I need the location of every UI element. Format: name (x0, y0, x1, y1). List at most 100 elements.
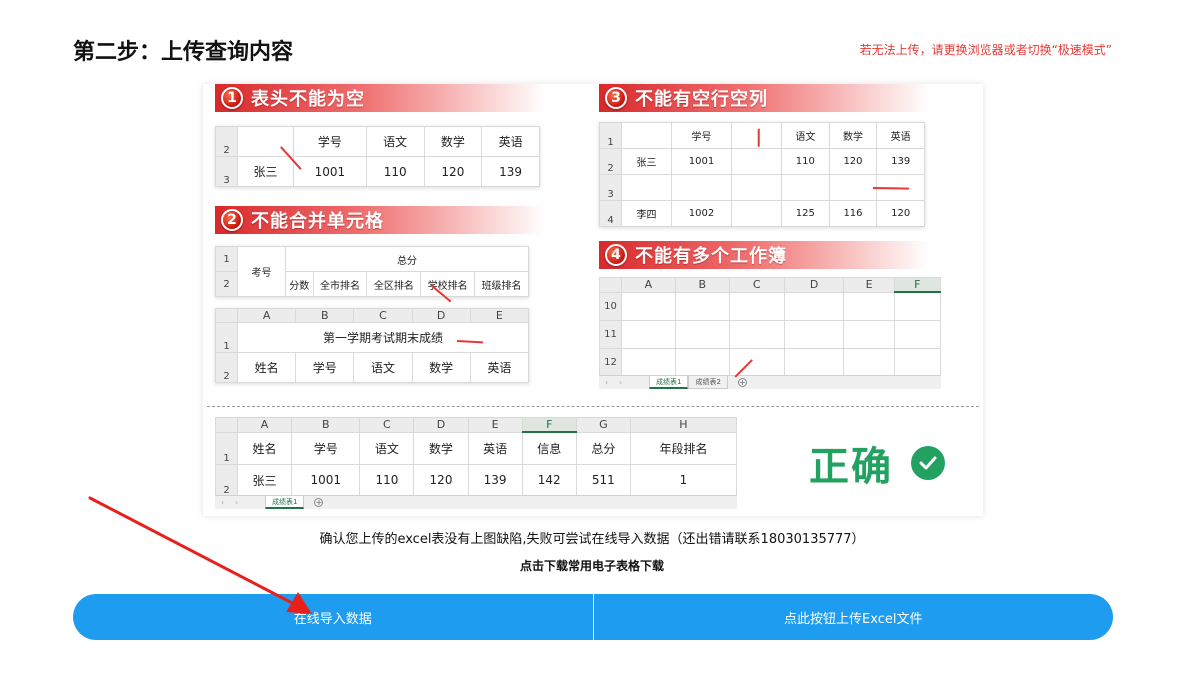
rule-number: 1 (221, 87, 243, 109)
table-cell: 120 (876, 200, 925, 227)
browser-notice: 若无法上传，请更换浏览器或者切换“极速模式” (859, 43, 1112, 57)
rule-text: 不能有空行空列 (635, 89, 768, 110)
table-cell: 139 (481, 156, 540, 187)
column-header: D (783, 277, 845, 293)
column-header: A (236, 308, 297, 323)
table-cell (893, 347, 942, 377)
table-cell (731, 174, 783, 201)
table-cell: 139 (876, 148, 925, 175)
column-header: C (359, 417, 415, 433)
rule-banner-3: 3 不能有空行空列 (599, 84, 929, 112)
table-cell: 110 (781, 148, 830, 175)
table-cell (843, 291, 895, 321)
table-cell (828, 174, 878, 201)
table-cell: 数学 (411, 352, 471, 383)
row-header: 3 (215, 156, 238, 187)
column-header: D (413, 417, 469, 433)
table-cell: 142 (521, 463, 577, 497)
sheet-nav-icon: ‹ › (605, 378, 626, 387)
confirm-message: 确认您上传的excel表没有上图缺陷,失败可尝试在线导入数据（还出错请联系180… (319, 532, 865, 547)
sheet-corner (599, 277, 622, 293)
rule-number: 2 (221, 209, 243, 231)
table-cell: 英语 (876, 122, 925, 149)
table-cell: 学号 (295, 352, 355, 383)
table-cell: 1001 (670, 148, 733, 175)
table-cell: 李四 (621, 200, 672, 227)
table-cell (843, 347, 895, 377)
table-cell: 语文 (359, 431, 415, 465)
table-cell: 1001 (291, 463, 361, 497)
rule-number: 3 (605, 87, 627, 109)
example-table-merged-cells-2: A B C D E 1 第一学期考试期末成绩 2 姓名 学号 语文 数学 英语 (215, 308, 530, 383)
table-cell (670, 174, 733, 201)
table-cell: 学号 (291, 431, 361, 465)
table-cell (781, 174, 830, 201)
table-cell: 数学 (828, 122, 878, 149)
example-sheet-multiple-workbooks: A B C D E F 10 11 12 (599, 277, 942, 377)
sheet-nav-icon: ‹ › (221, 498, 242, 507)
table-cell: 信息 (521, 431, 577, 465)
row-header: 1 (215, 431, 238, 465)
table-cell: 数学 (423, 126, 483, 157)
rule-banner-2: 2 不能合并单元格 (215, 206, 545, 234)
table-cell (674, 319, 730, 349)
table-cell: 语文 (365, 126, 425, 157)
table-cell: 120 (828, 148, 878, 175)
column-header: E (843, 277, 895, 293)
row-header: 1 (599, 122, 622, 149)
merged-cell: 考号 (237, 246, 286, 297)
column-header: F (521, 417, 577, 433)
table-cell: 1001 (293, 156, 367, 187)
column-header: B (291, 417, 361, 433)
check-icon (911, 446, 945, 480)
upload-excel-button[interactable]: 点此按钮上传Excel文件 (594, 594, 1114, 640)
online-import-button[interactable]: 在线导入数据 (73, 594, 593, 640)
table-cell: 张三 (621, 148, 672, 175)
table-cell (621, 347, 676, 377)
rule-number: 4 (605, 244, 627, 266)
column-header: C (353, 308, 413, 323)
table-cell: 110 (365, 156, 425, 187)
table-cell: 英语 (467, 431, 523, 465)
column-header: G (575, 417, 631, 433)
table-cell (783, 347, 845, 377)
column-header: A (621, 277, 676, 293)
table-cell: 120 (413, 463, 469, 497)
table-cell (674, 291, 730, 321)
add-sheet-icon: + (737, 378, 747, 387)
example-table-correct: A B C D E F G H 1 姓名 学号 语文 数学 英语 信息 总分 年… (215, 417, 738, 497)
table-cell (731, 200, 783, 227)
example-table-merged-cells-1: 1 考号 总分 2 分数 全市排名 全区排名 学校排名 班级排名 (215, 246, 529, 297)
table-cell (621, 291, 676, 321)
table-cell (893, 291, 942, 321)
table-cell: 125 (781, 200, 830, 227)
red-arrow-icon (758, 128, 760, 147)
row-header: 10 (599, 291, 622, 321)
sheet-tab-bar: ‹ › 成绩表1 成绩表2 + (599, 375, 941, 389)
correct-text: 正确 (809, 444, 893, 490)
table-cell: 总分 (575, 431, 631, 465)
upload-step-page: 第二步：上传查询内容 若无法上传，请更换浏览器或者切换“极速模式” 1 表头不能… (0, 0, 1184, 686)
row-header: 2 (215, 463, 238, 497)
table-cell (783, 319, 845, 349)
column-header: E (469, 308, 530, 323)
table-cell (728, 319, 785, 349)
table-cell: 学校排名 (420, 271, 476, 297)
row-header: 12 (599, 347, 622, 377)
sheet-corner (215, 308, 238, 323)
row-header: 2 (215, 271, 238, 297)
table-cell: 全区排名 (366, 271, 422, 297)
table-cell: 张三 (236, 463, 293, 497)
row-header: 2 (215, 126, 238, 157)
table-cell: 120 (423, 156, 483, 187)
table-cell (893, 319, 942, 349)
rule-text: 不能有多个工作簿 (635, 246, 787, 267)
download-templates-link[interactable]: 点击下载常用电子表格下载 (0, 557, 1184, 574)
rule-text: 不能合并单元格 (251, 211, 384, 232)
table-cell: 语文 (353, 352, 413, 383)
row-header: 4 (599, 200, 622, 227)
row-header: 3 (599, 174, 622, 201)
table-cell (621, 174, 672, 201)
table-cell: 英语 (481, 126, 540, 157)
table-cell: 全市排名 (312, 271, 368, 297)
